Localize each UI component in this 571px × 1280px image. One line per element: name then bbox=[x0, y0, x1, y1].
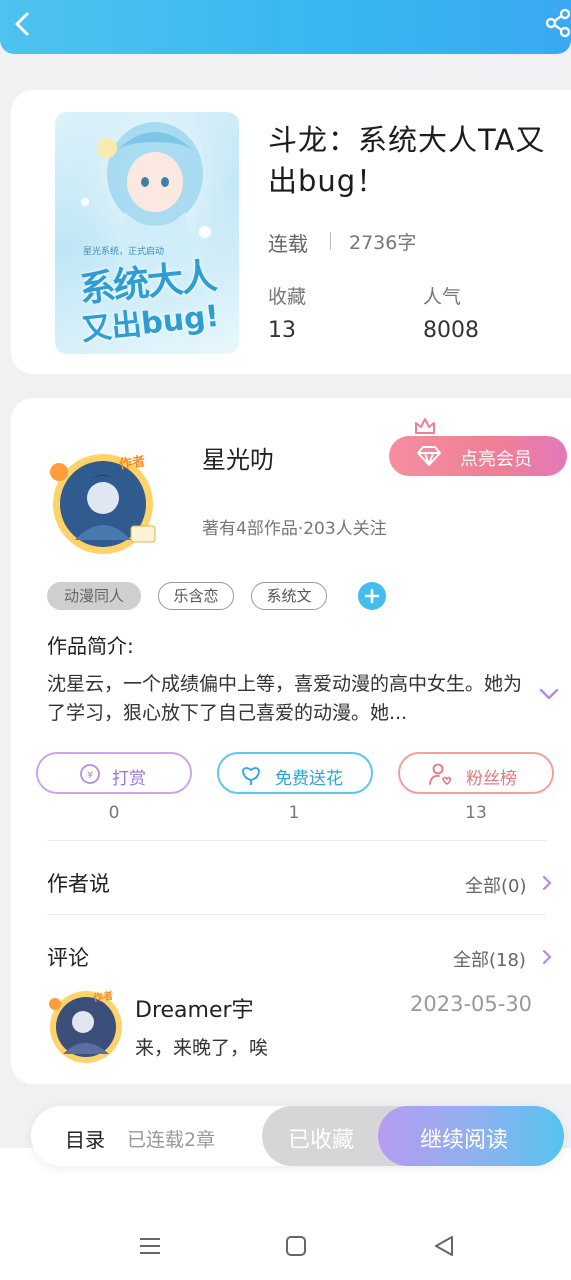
fan-user-icon bbox=[429, 763, 452, 785]
commenter-avatar[interactable]: 作者 bbox=[45, 984, 127, 1066]
avatar-image bbox=[49, 991, 122, 1063]
book-title: 斗龙：系统大人TA又出bug！ bbox=[268, 123, 546, 198]
back-button[interactable] bbox=[6, 6, 42, 42]
toc-status: 已连载2章 bbox=[127, 1129, 216, 1151]
intro-text: 沈星云，一个成绩偏中上等，喜爱动漫的高中女生。她为了学习，狠心放下了自己喜爱的动… bbox=[47, 673, 523, 724]
menu-icon[interactable] bbox=[138, 1234, 162, 1258]
tag-system[interactable]: 系统文 bbox=[251, 582, 327, 610]
fans-ranking-button[interactable]: 粉丝榜 bbox=[398, 752, 554, 794]
intro-label: 作品简介: bbox=[47, 634, 134, 658]
author-avatar[interactable]: 作者 bbox=[45, 446, 163, 556]
plus-icon bbox=[364, 588, 380, 604]
comment-date: 2023-05-30 bbox=[410, 992, 533, 1016]
share-icon bbox=[545, 8, 571, 38]
author-says-all-link[interactable]: 全部(0) bbox=[465, 872, 527, 898]
status-divider bbox=[330, 232, 331, 250]
divider bbox=[47, 840, 547, 841]
commenter-name[interactable]: Dreamer宇 bbox=[135, 992, 254, 1024]
fans-ranking-label: 粉丝榜 bbox=[466, 769, 517, 789]
popularity-value: 8008 bbox=[423, 318, 479, 343]
author-name[interactable]: 星光叻 bbox=[202, 440, 274, 475]
book-word-count: 2736字 bbox=[349, 232, 417, 254]
tag-romance[interactable]: 乐含恋 bbox=[158, 582, 234, 610]
crown-icon bbox=[415, 418, 435, 434]
share-button[interactable] bbox=[545, 8, 571, 38]
reward-button[interactable]: ¥ 打赏 bbox=[36, 752, 192, 794]
author-says-title: 作者说 bbox=[47, 872, 110, 896]
vip-button[interactable]: 点亮会员 bbox=[389, 436, 567, 476]
send-flower-label: 免费送花 bbox=[275, 769, 343, 789]
chevron-left-icon bbox=[15, 12, 29, 36]
continue-reading-button[interactable]: 继续阅读 bbox=[378, 1106, 564, 1166]
comments-all-link[interactable]: 全部(18) bbox=[453, 946, 526, 972]
send-flower-button[interactable]: 免费送花 bbox=[217, 752, 373, 794]
author-badge: 作者 bbox=[118, 454, 147, 473]
chevron-down-icon bbox=[539, 688, 559, 700]
collected-label: 已收藏 bbox=[288, 1128, 355, 1153]
book-info-card: 星光系统，正式启动 系统大人 又出bug! 斗龙：系统大人TA又出bug！ 连载… bbox=[11, 90, 571, 374]
divider bbox=[47, 914, 547, 915]
flower-icon bbox=[242, 767, 260, 785]
popularity-label: 人气 bbox=[423, 286, 462, 308]
favorites-value: 13 bbox=[268, 318, 296, 343]
top-bar bbox=[0, 0, 571, 54]
tag-anime[interactable]: 动漫同人 bbox=[47, 582, 141, 610]
author-detail-card: 作者 星光叻 点亮会员 著有4部作品·203人关注 动漫同人 乐含恋 系统文 作… bbox=[11, 398, 571, 1084]
home-icon[interactable] bbox=[284, 1234, 308, 1258]
flower-count: 1 bbox=[288, 803, 300, 823]
commenter-badge: 作者 bbox=[92, 990, 114, 1005]
expand-button[interactable] bbox=[538, 686, 560, 700]
continue-reading-label: 继续阅读 bbox=[420, 1128, 509, 1153]
add-tag-button[interactable] bbox=[358, 582, 386, 610]
chevron-right-icon[interactable] bbox=[541, 874, 553, 892]
favorites-label: 收藏 bbox=[268, 286, 307, 308]
fans-count: 13 bbox=[465, 803, 487, 823]
diamond-icon bbox=[417, 446, 441, 466]
bottom-area bbox=[0, 1148, 571, 1280]
author-meta: 著有4部作品·203人关注 bbox=[202, 519, 387, 539]
svg-text:¥: ¥ bbox=[87, 770, 93, 781]
toc-button[interactable]: 目录 bbox=[65, 1124, 105, 1153]
comment-text: 来，来晚了，唉 bbox=[135, 1037, 269, 1059]
book-cover[interactable]: 星光系统，正式启动 系统大人 又出bug! bbox=[55, 112, 239, 354]
reward-label: 打赏 bbox=[112, 769, 146, 789]
book-status: 连载 bbox=[268, 232, 308, 256]
back-triangle-icon[interactable] bbox=[432, 1234, 456, 1258]
comments-title: 评论 bbox=[47, 946, 89, 970]
yen-coin-icon: ¥ bbox=[80, 764, 100, 784]
bottom-action-bar: 目录 已连载2章 已收藏 继续阅读 bbox=[31, 1106, 564, 1166]
chevron-right-icon[interactable] bbox=[541, 948, 553, 966]
vip-button-label: 点亮会员 bbox=[460, 449, 532, 470]
reward-count: 0 bbox=[108, 803, 120, 823]
